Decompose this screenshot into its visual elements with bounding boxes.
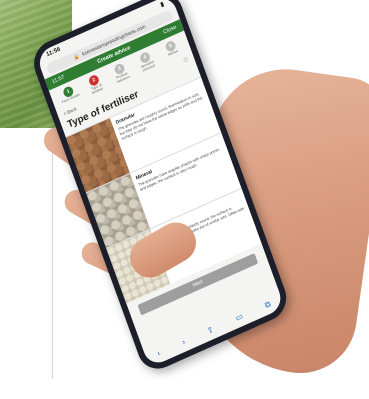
book-icon[interactable]: ▭ — [234, 311, 244, 323]
back-icon[interactable]: ‹ — [156, 348, 162, 359]
tabs-icon[interactable]: ⧉ — [264, 299, 273, 311]
share-icon[interactable]: ⇪ — [206, 325, 216, 337]
phone-screen: 11:56 ▮ 🔒 ksenastanspreadingcharts.com 1… — [35, 0, 285, 368]
forward-icon[interactable]: › — [181, 337, 187, 348]
lock-icon: 🔒 — [72, 52, 81, 61]
step-label: Advice — [167, 48, 179, 57]
phone-body: 11:56 ▮ 🔒 ksenastanspreadingcharts.com 1… — [27, 0, 293, 376]
battery-icon: ▮ — [159, 1, 165, 9]
status-time: 11:56 — [45, 46, 62, 59]
